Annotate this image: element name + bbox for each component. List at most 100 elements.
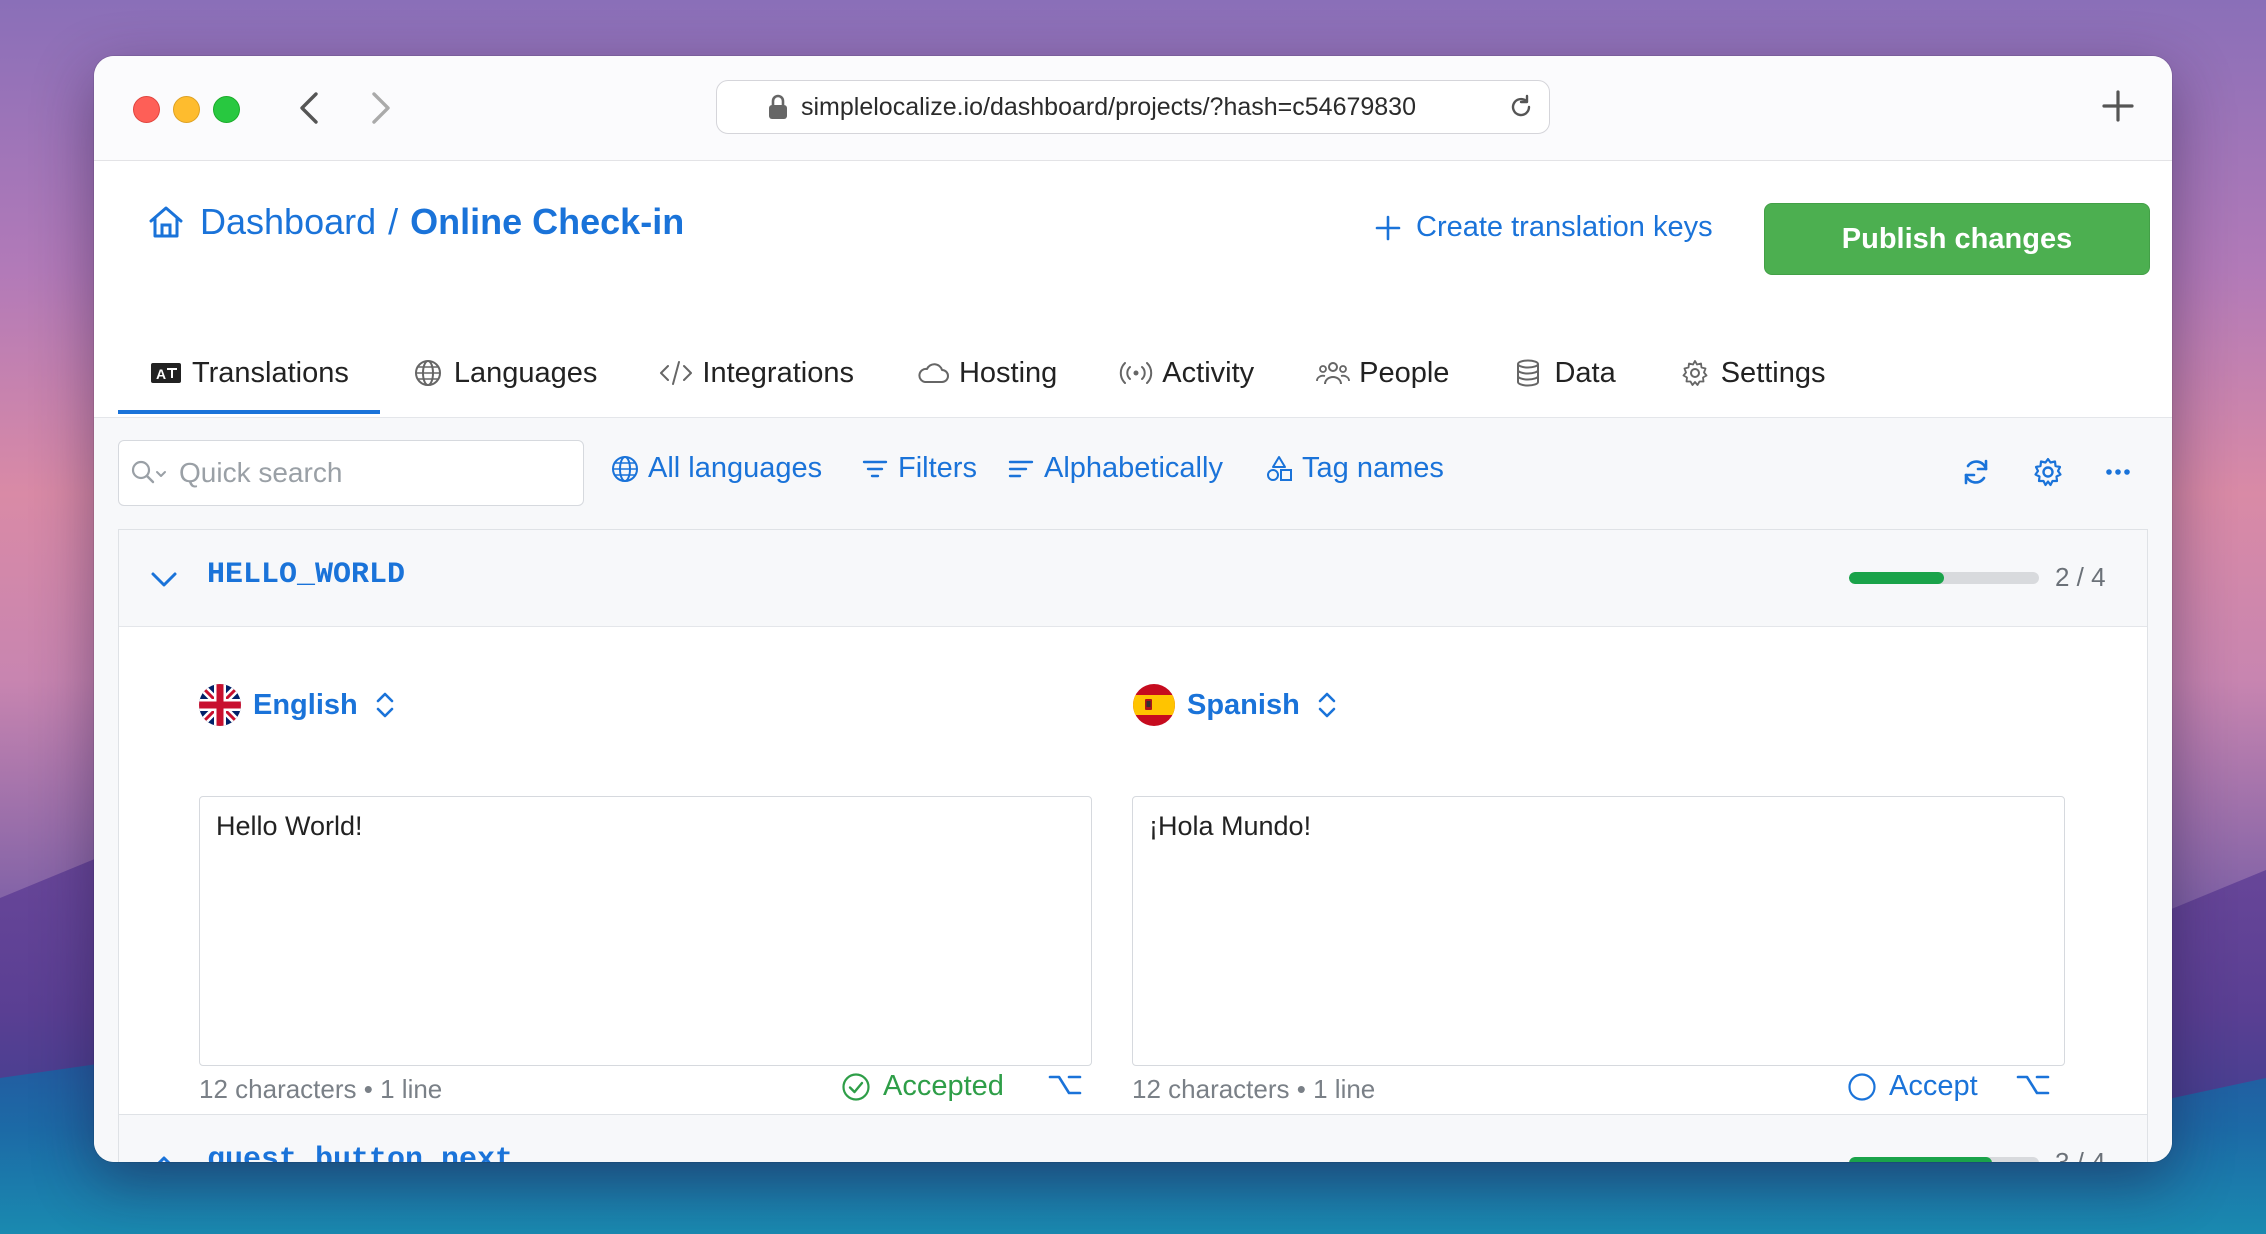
tab-data-label: Data [1554,356,1616,389]
translation-progress-count: 2 / 4 [2055,562,2106,592]
address-bar[interactable]: simplelocalize.io/dashboard/projects/?ha… [716,80,1550,134]
browser-window: simplelocalize.io/dashboard/projects/?ha… [94,56,2172,1162]
option-key-icon[interactable] [2015,1070,2051,1100]
check-circle-icon [842,1072,870,1101]
globe-icon [414,360,441,386]
reload-icon[interactable] [1507,93,1535,121]
broadcast-icon [1120,362,1153,384]
option-key-icon[interactable] [1047,1070,1083,1100]
tab-activity[interactable]: Activity [1088,333,1285,413]
svg-text:A: A [156,366,166,382]
translation-key-name[interactable]: HELLO_WORLD [207,558,405,592]
view-settings-gear-icon[interactable] [2032,456,2064,488]
translation-meta-english: 12 characters • 1 line [199,1074,442,1105]
shapes-icon [1267,455,1292,481]
chevron-down-icon[interactable] [149,564,179,594]
sort-alphabetically-button[interactable]: Alphabetically [1006,452,1223,485]
language-column-english: English [199,682,398,728]
chevron-up-icon[interactable] [149,1149,179,1162]
tab-translations-label: Translations [192,356,349,389]
translations-icon: A [151,363,181,383]
people-icon [1316,362,1351,385]
cloud-icon [918,363,949,383]
accepted-status[interactable]: Accepted [841,1070,1004,1103]
translation-key-card: HELLO_WORLD 2 / 4 English Hello World! 1… [118,529,2148,1115]
code-icon [660,361,693,385]
language-name-english: English [253,688,358,721]
tab-people-label: People [1359,356,1450,389]
line-count-spanish: 1 line [1313,1074,1376,1104]
new-tab-plus-icon[interactable] [2098,86,2138,126]
language-name-spanish: Spanish [1187,688,1300,721]
progress-fill [1849,572,1944,584]
tab-settings[interactable]: Settings [1647,333,1857,413]
minimize-window-button[interactable] [173,96,200,123]
language-selector-english[interactable]: English [199,682,398,728]
translation-progress-count: 3 / 4 [2055,1147,2106,1162]
tab-languages[interactable]: Languages [380,333,629,413]
tab-data[interactable]: Data [1480,333,1646,413]
close-window-button[interactable] [133,96,160,123]
all-languages-label: All languages [648,452,823,484]
forward-arrow-icon[interactable] [360,86,400,130]
accepted-label: Accepted [883,1070,1004,1102]
tab-translations[interactable]: A Translations [118,333,380,414]
back-arrow-icon[interactable] [290,86,330,130]
translation-meta-spanish: 12 characters • 1 line [1132,1074,1375,1105]
quick-search-input[interactable] [177,456,561,490]
create-translation-keys-label: Create translation keys [1416,211,1713,243]
sort-icon [1008,460,1034,477]
tab-settings-label: Settings [1720,356,1826,389]
meta-dot-english: • [363,1074,373,1104]
chevron-up-down-icon [1318,692,1336,718]
spain-flag-icon [1133,684,1175,726]
zoom-window-button[interactable] [213,96,240,123]
search-icon [131,460,166,484]
create-translation-keys-button[interactable]: Create translation keys [1374,211,1713,244]
home-icon[interactable] [146,202,186,242]
tab-integrations[interactable]: Integrations [628,333,885,413]
filter-icon [862,460,888,477]
tab-integrations-label: Integrations [702,356,854,389]
lock-icon [769,94,787,119]
char-count-english: 12 characters [199,1074,357,1104]
refresh-icon[interactable] [1960,456,1992,488]
translation-progress-bar [1849,572,2039,584]
publish-changes-button[interactable]: Publish changes [1764,203,2150,275]
globe-icon [612,455,638,482]
breadcrumb-current-project[interactable]: Online Check-in [410,201,684,243]
plus-icon [1375,215,1401,240]
tag-names-button[interactable]: Tag names [1264,452,1444,485]
app-content: Dashboard / Online Check-in Create trans… [94,161,2172,1162]
more-options-icon[interactable] [2102,456,2134,488]
tab-people[interactable]: People [1285,333,1480,413]
browser-titlebar: simplelocalize.io/dashboard/projects/?ha… [94,56,2172,161]
project-tabs: A Translations Languages Integrations Ho… [118,333,1857,417]
accept-label: Accept [1889,1070,1978,1102]
translation-key-name[interactable]: guest.button.next [207,1143,513,1162]
translation-key-header[interactable]: HELLO_WORLD 2 / 4 [119,530,2147,627]
translation-key-header[interactable]: guest.button.next 3 / 4 [119,1115,2147,1162]
language-selector-spanish[interactable]: Spanish [1133,682,1340,728]
translation-textarea-spanish[interactable]: ¡Hola Mundo! [1132,796,2065,1066]
language-column-spanish: Spanish [1133,682,1340,728]
breadcrumb-separator: / [388,201,399,242]
database-icon [1517,359,1540,387]
filters-label: Filters [898,452,977,484]
translation-progress-bar [1849,1157,2039,1162]
breadcrumb: Dashboard / Online Check-in [146,201,684,243]
translation-textarea-english[interactable]: Hello World! [199,796,1092,1066]
tag-names-label: Tag names [1302,452,1444,484]
sort-label: Alphabetically [1044,452,1223,484]
meta-dot-spanish: • [1296,1074,1306,1104]
uk-flag-icon [199,684,241,726]
accept-button[interactable]: Accept [1847,1070,1978,1103]
progress-fill [1849,1157,1992,1162]
address-url: simplelocalize.io/dashboard/projects/?ha… [801,92,1416,121]
all-languages-button[interactable]: All languages [610,452,822,485]
quick-search-box[interactable] [118,440,584,506]
line-count-english: 1 line [380,1074,443,1104]
filters-button[interactable]: Filters [860,452,977,485]
breadcrumb-dashboard-link[interactable]: Dashboard [200,201,376,243]
tab-hosting[interactable]: Hosting [885,333,1088,413]
